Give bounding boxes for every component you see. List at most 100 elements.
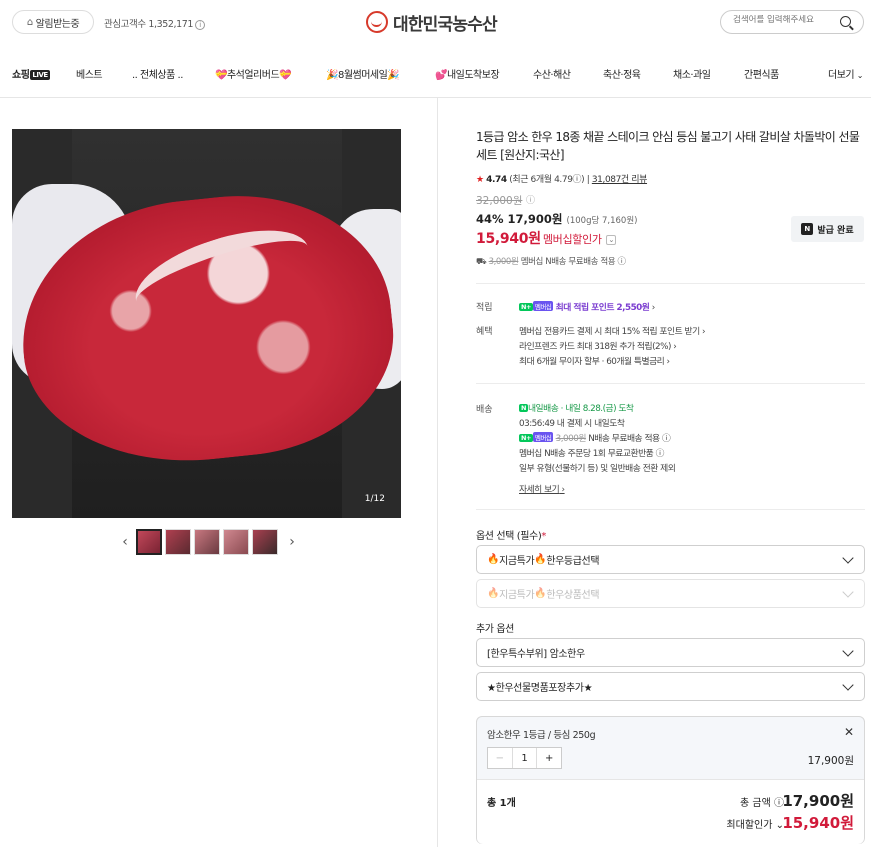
arrival-date: · 내일 8.28.(금) 도착 [560, 404, 634, 414]
membership-badge: 멤버십 [532, 432, 554, 442]
chevron-down-icon[interactable]: ⌄ [606, 235, 617, 245]
logo-icon [366, 11, 388, 33]
chevron-down-icon: ⌄ [856, 71, 864, 80]
minus-button[interactable]: − [488, 748, 513, 768]
option-select-product[interactable]: 🔥 지금특가 🔥 한우상품선택 [476, 579, 865, 608]
nav-item-chuseok[interactable]: 💝추석얼리버드💝 [215, 66, 292, 81]
image-counter: 1/12 [364, 494, 385, 504]
info-icon[interactable]: ⓘ [656, 449, 665, 459]
fire-icon: 🔥 [534, 554, 547, 565]
nav-item-produce[interactable]: 채소·과일 [673, 66, 711, 81]
divider [476, 509, 865, 510]
thumbnail-4[interactable] [223, 529, 249, 555]
points-row[interactable]: N+ 멤버십 최대 적립 포인트 2,550원 › [519, 300, 655, 313]
sale-price: 44% 17,900원 (100g당 7,160원) [476, 211, 637, 227]
extra-option-2-value: ★한우선물명품포장추가★ [487, 683, 593, 694]
alarm-button[interactable]: ⌂ 알림받는중 [12, 10, 94, 34]
rating-row: ★ 4.74 (최근 6개월 4.79ⓘ) | 31,087건 리뷰 [476, 175, 648, 185]
return-text: 멤버십 N배송 주문당 1회 무료교환반품 [519, 449, 654, 459]
thumbnail-1[interactable] [136, 529, 162, 555]
quantity-value[interactable]: 1 [513, 748, 538, 768]
option-required-text: 옵션 선택 (필수) [476, 531, 542, 542]
review-count-link[interactable]: 31,087건 리뷰 [592, 175, 648, 185]
chevron-down-icon [842, 586, 854, 598]
nav-item-seafood[interactable]: 수산·해산 [533, 66, 571, 81]
delivery-detail-link[interactable]: 자세히 보기 › [519, 482, 565, 495]
header: ⌂ 알림받는중 관심고객수 1,352,171 i 대한민국농수산 [0, 0, 871, 44]
thumbnail-3[interactable] [194, 529, 220, 555]
close-icon[interactable]: ✕ [844, 725, 854, 739]
ship-fee-strike: 3,000원 [555, 434, 587, 444]
coupon-button[interactable]: N 발급 완료 [791, 216, 864, 242]
fire-icon: 🔥 [534, 588, 547, 599]
perk-text: 멤버십 전용카드 결제 시 최대 15% 적립 포인트 받기 [519, 327, 700, 337]
info-icon[interactable]: ⓘ [618, 257, 627, 267]
naver-delivery-icon: N [519, 404, 528, 412]
nav-item-all[interactable]: .. 전체상품 .. [132, 66, 183, 81]
nav-more[interactable]: 더보기 ⌄ [828, 66, 864, 81]
perk-row[interactable]: 멤버십 전용카드 결제 시 최대 15% 적립 포인트 받기 › [519, 324, 706, 337]
quantity-stepper: − 1 + [487, 747, 562, 769]
option-select-product-value: 한우상품선택 [546, 590, 600, 601]
info-icon[interactable]: ⓘ) [573, 175, 585, 185]
nav-item-convenience[interactable]: 간편식품 [744, 66, 779, 81]
column-divider [437, 98, 438, 847]
thumbnail-5[interactable] [252, 529, 278, 555]
perk-text: 라인프렌즈 카드 최대 318원 추가 적립(2%) [519, 342, 671, 352]
thumbnail-2[interactable] [165, 529, 191, 555]
detail-link-label: 자세히 보기 [519, 485, 560, 495]
member-price-label: 멤버십할인가 [542, 233, 602, 246]
return-note: 일부 유형(선물하기 등) 및 일반배송 전환 제외 [519, 464, 676, 474]
chevron-left-icon[interactable]: ‹ [118, 534, 132, 550]
store-logo[interactable]: 대한민국농수산 [366, 9, 498, 35]
truck-icon: ⛟ [476, 257, 487, 267]
search-input[interactable] [733, 15, 833, 25]
info-icon[interactable]: i [195, 20, 206, 30]
plus-button[interactable]: + [537, 748, 561, 768]
search-icon[interactable] [840, 16, 851, 27]
total-area: 총 1개 총 금액 ⓘ 17,900원 최대할인가 ⌄ 15,940원 [477, 779, 864, 844]
unit-price: (100g당 7,160원) [566, 216, 638, 226]
perk-row[interactable]: 라인프렌즈 카드 최대 318원 추가 적립(2%) › [519, 339, 677, 352]
delivery-label: 배송 [476, 405, 493, 415]
live-badge: LIVE [30, 70, 50, 80]
thumbnail-strip: ‹ › [118, 529, 299, 555]
interest-text: 관심고객수 1,352,171 [104, 19, 194, 30]
extra-option-1-value: [한우특수부위] 암소한우 [487, 649, 585, 660]
coupon-label: 발급 완료 [817, 225, 854, 236]
total-amount: 17,900원 [782, 792, 854, 810]
nav-shopping-live[interactable]: 쇼핑 LIVE [12, 66, 50, 81]
option-required-label: 옵션 선택 (필수)* [476, 527, 546, 542]
max-discount-label[interactable]: 최대할인가 ⌄ [726, 816, 784, 831]
shipping-summary: ⛟ 3,000원 멤버십 N배송 무료배송 적용 ⓘ [476, 255, 626, 268]
required-mark: * [541, 531, 546, 542]
return-row: 멤버십 N배송 주문당 1회 무료교환반품 ⓘ [519, 446, 664, 459]
nav-item-summer-sale[interactable]: 🎉8월썸머세일🎉 [326, 66, 400, 81]
product-title: 1등급 암소 한우 18종 채끝 스테이크 안심 등심 불고기 사태 갈비살 차… [476, 130, 860, 162]
nav-item-meat[interactable]: 축산·정육 [603, 66, 641, 81]
total-count: 총 1개 [487, 798, 516, 809]
rating-score: 4.74 [486, 175, 507, 185]
search-box[interactable] [720, 10, 864, 34]
original-price: 32,000원 [476, 195, 523, 207]
extra-option-select-1[interactable]: [한우특수부위] 암소한우 [476, 638, 865, 667]
discount-percent: 44% [476, 212, 504, 226]
selected-option-name: 암소한우 1등급 / 등심 250g [487, 730, 596, 741]
membership-badge: 멤버십 [532, 301, 554, 311]
extra-option-select-2[interactable]: ★한우선물명품포장추가★ [476, 672, 865, 701]
option-select-grade[interactable]: 🔥 지금특가 🔥 한우등급선택 [476, 545, 865, 574]
ship-fee-text: N배송 무료배송 적용 [588, 434, 660, 444]
fire-icon: 🔥 [487, 554, 500, 565]
home-icon: ⌂ [26, 16, 33, 28]
perk-row[interactable]: 최대 6개월 무이자 할부 · 60개월 특별금리 › [519, 354, 670, 367]
info-icon[interactable]: ⓘ [662, 434, 671, 444]
extra-option-label: 추가 옵션 [476, 624, 514, 635]
nav-item-best[interactable]: 베스트 [76, 66, 103, 81]
chevron-right-icon[interactable]: › [285, 534, 299, 550]
points-label: 적립 [476, 303, 493, 313]
product-main-image[interactable]: 1/12 [12, 129, 401, 518]
nav-item-tomorrow[interactable]: 💕내일도착보장 [435, 66, 500, 81]
category-nav: 쇼핑 LIVE 베스트 .. 전체상품 .. 💝추석얼리버드💝 🎉8월썸머세일🎉 … [0, 58, 871, 88]
info-icon[interactable]: ⓘ [526, 193, 535, 206]
chevron-right-icon: › [651, 303, 656, 313]
